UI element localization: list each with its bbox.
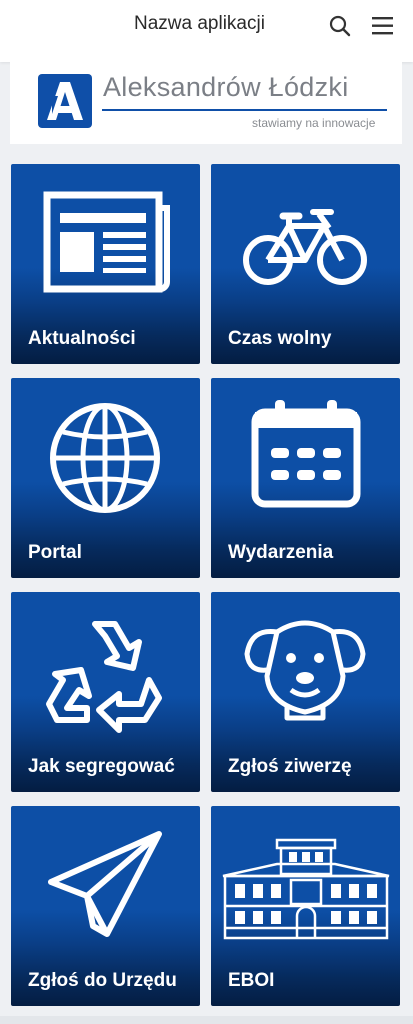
- city-logo-icon: [38, 74, 92, 128]
- app-title: Nazwa aplikacji: [134, 13, 265, 34]
- tile-label: Czas wolny: [228, 328, 332, 349]
- tile-label: Jak segregować: [28, 756, 175, 777]
- tile-aktualnosci[interactable]: Aktualności: [11, 164, 200, 364]
- tile-portal[interactable]: Portal: [11, 378, 200, 578]
- brand-underline: [102, 109, 387, 111]
- tile-wydarzenia[interactable]: Wydarzenia: [211, 378, 400, 578]
- bottom-edge: [0, 1016, 413, 1024]
- newspaper-icon: [43, 191, 170, 293]
- tile-label: Aktualności: [28, 328, 136, 349]
- tile-eboi[interactable]: EBOI: [211, 806, 400, 1006]
- tile-jak-segregowac[interactable]: Jak segregować: [11, 592, 200, 792]
- tile-zglos-zwierze[interactable]: Zgłoś ziwerzę: [211, 592, 400, 792]
- paper-plane-icon: [48, 831, 162, 937]
- tile-zglos-do-urzedu[interactable]: Zgłoś do Urzędu: [11, 806, 200, 1006]
- recycle-icon: [46, 621, 162, 733]
- tile-czas-wolny[interactable]: Czas wolny: [211, 164, 400, 364]
- tile-label: EBOI: [228, 970, 275, 991]
- hamburger-menu-icon[interactable]: [370, 13, 396, 39]
- calendar-icon: [251, 400, 361, 508]
- bicycle-icon: [243, 209, 367, 285]
- tile-label: Zgłoś do Urzędu: [28, 970, 177, 991]
- building-icon: [222, 838, 390, 940]
- tile-label: Wydarzenia: [228, 542, 334, 563]
- tile-label: Zgłoś ziwerzę: [228, 756, 352, 777]
- brand-tagline: stawiamy na innowacje: [252, 116, 376, 130]
- top-app-bar: Nazwa aplikacji: [0, 0, 413, 62]
- search-icon[interactable]: [327, 13, 353, 39]
- tile-label: Portal: [28, 542, 82, 563]
- logo-banner: Aleksandrów Łódzki stawiamy na innowacje: [10, 62, 402, 144]
- globe-icon: [50, 403, 160, 513]
- brand-name: Aleksandrów Łódzki: [103, 72, 349, 102]
- dog-icon: [244, 620, 366, 721]
